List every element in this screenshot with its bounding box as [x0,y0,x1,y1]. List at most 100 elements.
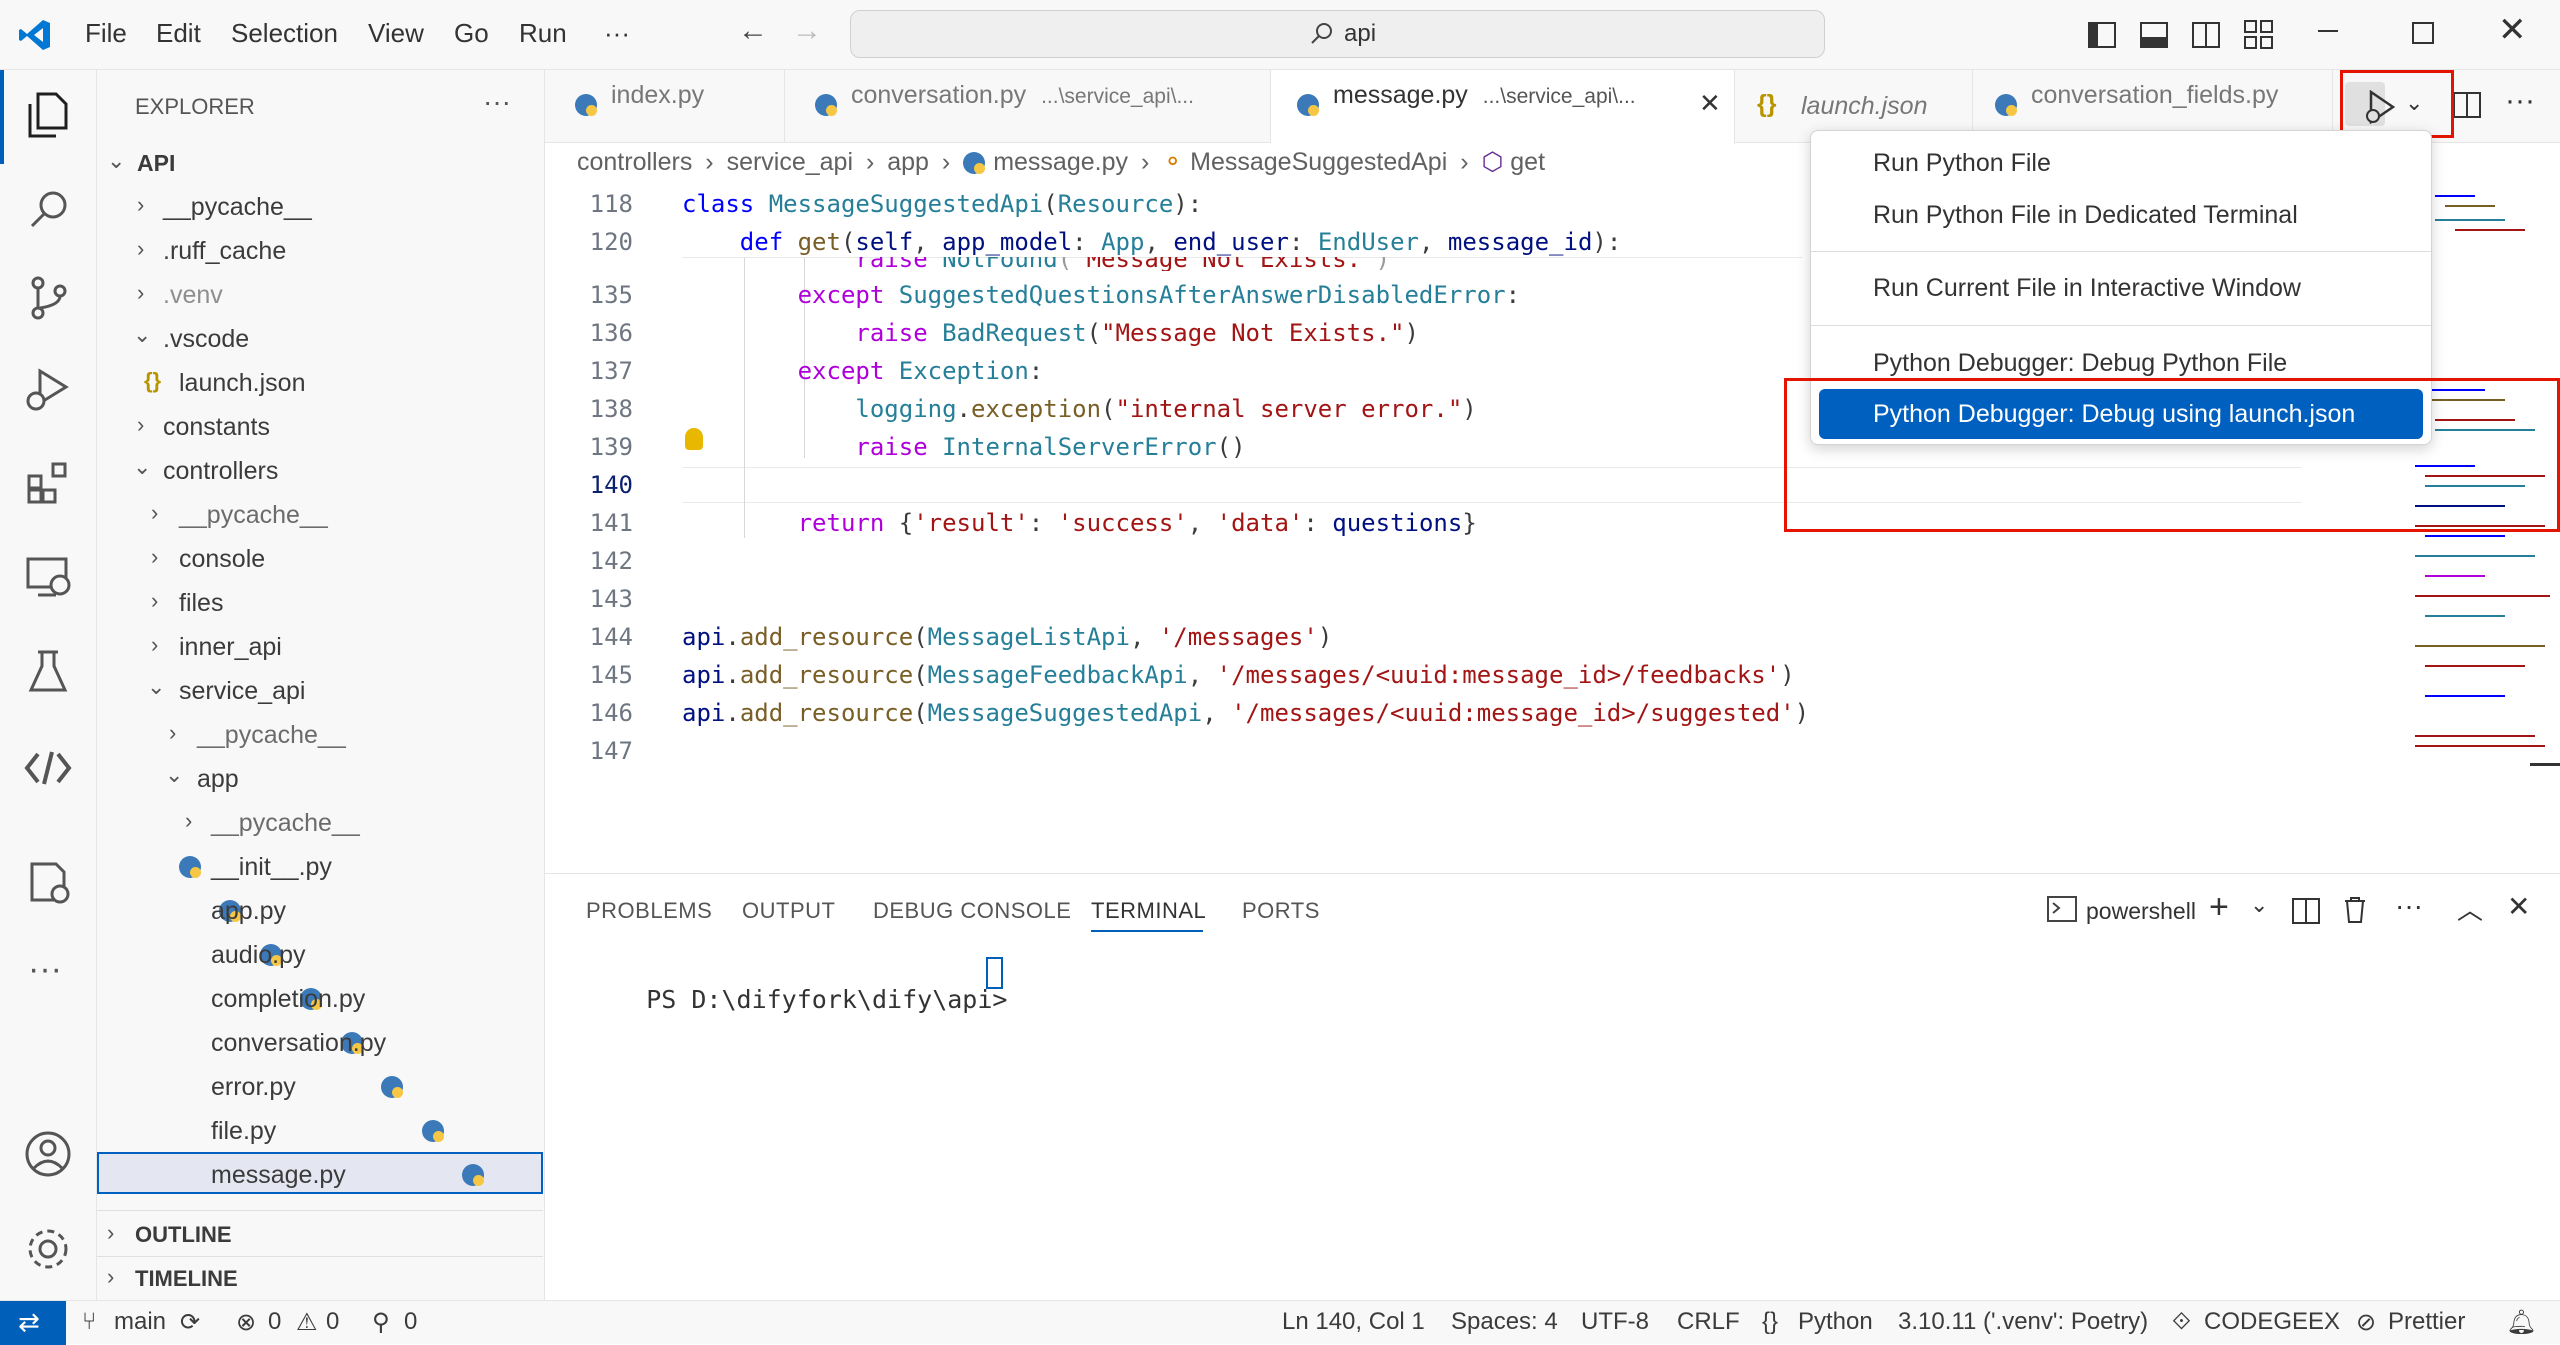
menu-run[interactable]: Run [519,18,567,49]
tree-item[interactable]: conversation.py [211,1029,386,1058]
panel-more-icon[interactable]: ··· [2395,890,2423,922]
new-terminal-icon[interactable]: + [2209,888,2229,927]
codegeex-icon[interactable] [24,748,72,788]
tree-item[interactable]: .vscode [163,325,249,354]
menu-debug-python-file[interactable]: Python Debugger: Debug Python File [1873,349,2287,378]
close-tab-icon[interactable]: ✕ [1699,88,1721,119]
search-view-icon[interactable] [28,188,70,230]
menu-view[interactable]: View [368,18,424,49]
tab-conversation-py[interactable]: conversation.py ...\service_api\... [785,70,1271,143]
tab-ports[interactable]: PORTS [1242,898,1320,924]
menu-more[interactable]: ··· [604,18,630,49]
command-center-search[interactable]: api [850,10,1825,58]
prettier-status[interactable]: Prettier [2388,1308,2465,1336]
tab-index-py[interactable]: index.py [545,70,785,143]
notifications-bell-icon[interactable]: 🔔︎ [2506,1308,2536,1337]
maximize-panel-icon[interactable]: ︿ [2457,890,2483,927]
tree-item[interactable]: constants [163,413,270,442]
forward-arrow-icon[interactable]: → [792,14,822,48]
language-mode[interactable]: Python [1798,1308,1873,1336]
testing-icon[interactable] [28,650,68,696]
breadcrumb-item[interactable]: app [887,148,929,176]
source-control-icon[interactable] [28,275,70,321]
menu-run-current-file-interactive[interactable]: Run Current File in Interactive Window [1873,274,2301,303]
error-count[interactable]: 0 [268,1308,281,1336]
tree-item[interactable]: __init__.py [211,853,332,882]
tree-item[interactable]: __pycache__ [179,501,328,530]
accounts-icon[interactable] [24,1130,72,1178]
python-interpreter[interactable]: 3.10.11 ('.venv': Poetry) [1898,1308,2148,1336]
restore-icon[interactable] [2412,22,2434,44]
tree-item[interactable]: app.py [211,897,286,926]
tree-item[interactable]: error.py [211,1073,296,1102]
toggle-sidebar-icon[interactable] [2088,22,2116,48]
tree-item-message-py[interactable]: message.py [211,1161,346,1190]
manage-gear-icon[interactable] [24,1225,72,1273]
terminal-dropdown-icon[interactable]: ⌄ [2250,892,2268,918]
editor-more-icon[interactable]: ··· [2505,84,2535,118]
remote-explorer-icon[interactable] [26,555,72,601]
menu-go[interactable]: Go [454,18,489,49]
cursor-position[interactable]: Ln 140, Col 1 [1282,1308,1425,1336]
customize-layout-icon[interactable] [2244,20,2274,50]
outline-section[interactable]: OUTLINE [135,1222,232,1248]
toggle-secondary-sidebar-icon[interactable] [2192,22,2220,48]
menu-run-python-file[interactable]: Run Python File [1873,149,2051,178]
line-ending[interactable]: CRLF [1677,1308,1740,1336]
close-panel-icon[interactable]: ✕ [2507,890,2530,923]
tree-item[interactable]: service_api [179,677,305,706]
tree-item[interactable]: __pycache__ [197,721,346,750]
tree-item[interactable]: files [179,589,223,618]
tree-item[interactable]: completion.py [211,985,365,1014]
tab-debug-console[interactable]: DEBUG CONSOLE [873,898,1071,924]
tree-item[interactable]: __pycache__ [211,809,360,838]
menu-edit[interactable]: Edit [156,18,201,49]
tree-item[interactable]: audio.py [211,941,306,970]
sync-icon[interactable]: ⟳ [180,1308,200,1337]
tab-output[interactable]: OUTPUT [742,898,835,924]
tree-item[interactable]: file.py [211,1117,276,1146]
codegeex-status[interactable]: CODEGEEX [2204,1308,2340,1336]
tree-root[interactable]: API [137,150,175,177]
tree-item[interactable]: __pycache__ [163,193,312,222]
branch-name[interactable]: main [114,1308,166,1336]
tree-item-launch-json[interactable]: launch.json [179,369,305,398]
breadcrumb-item[interactable]: get [1510,148,1545,176]
explorer-more-icon[interactable]: ··· [483,86,511,118]
back-arrow-icon[interactable]: ← [738,14,768,48]
breadcrumb-item[interactable]: message.py [993,148,1128,176]
breadcrumb-item[interactable]: MessageSuggestedApi [1190,148,1447,176]
remote-indicator[interactable]: ⇄ [0,1301,66,1345]
tree-item[interactable]: .ruff_cache [163,237,286,266]
toggle-panel-icon[interactable] [2140,22,2168,48]
tab-terminal[interactable]: TERMINAL [1091,898,1206,924]
close-window-icon[interactable]: ✕ [2498,10,2527,50]
terminal-shell-name[interactable]: powershell [2086,898,2196,925]
warning-count[interactable]: 0 [326,1308,339,1336]
tree-item[interactable]: .venv [163,281,223,310]
tab-problems[interactable]: PROBLEMS [586,898,712,924]
lightbulb-icon[interactable] [685,428,703,450]
menu-file[interactable]: File [85,18,127,49]
tree-item[interactable]: console [179,545,265,574]
settings-sync-icon[interactable] [28,860,72,906]
run-and-debug-icon[interactable] [24,365,72,413]
terminal-output[interactable]: PS D:\difyfork\dify\api> [586,956,1007,1043]
ports-count[interactable]: 0 [404,1308,417,1336]
explorer-icon[interactable] [28,92,68,138]
split-terminal-icon[interactable] [2292,898,2320,924]
kill-terminal-trash-icon[interactable] [2343,896,2367,924]
timeline-section[interactable]: TIMELINE [135,1266,238,1292]
minimize-icon[interactable] [2318,30,2338,32]
extensions-icon[interactable] [26,460,72,506]
encoding[interactable]: UTF-8 [1581,1308,1649,1336]
tree-item[interactable]: inner_api [179,633,282,662]
menu-run-python-file-dedicated-terminal[interactable]: Run Python File in Dedicated Terminal [1873,201,2298,230]
indentation[interactable]: Spaces: 4 [1451,1308,1558,1336]
breadcrumb-item[interactable]: service_api [727,148,853,176]
tree-item[interactable]: controllers [163,457,278,486]
menu-selection[interactable]: Selection [231,18,338,49]
more-views-icon[interactable]: ··· [28,950,62,989]
breadcrumb-item[interactable]: controllers [577,148,692,176]
split-editor-icon[interactable] [2453,92,2483,120]
